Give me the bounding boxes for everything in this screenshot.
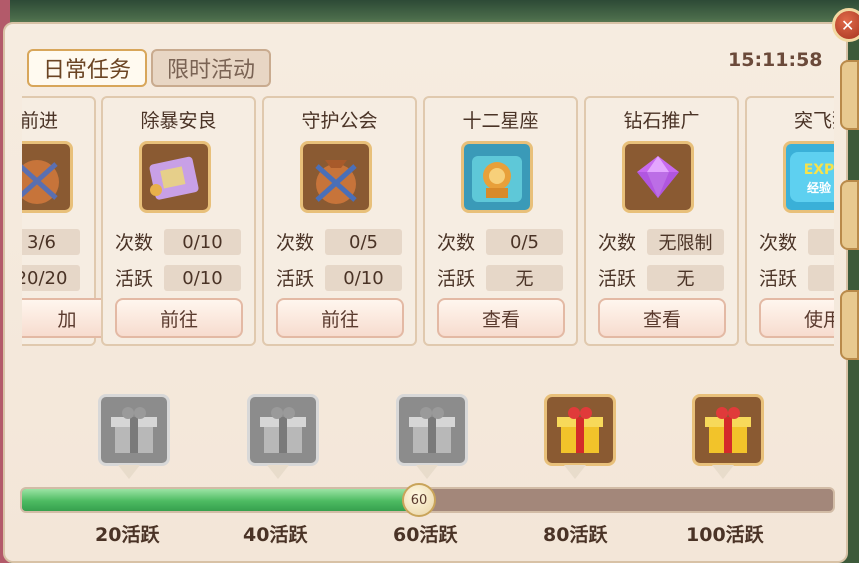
close-button[interactable]: ✕ (832, 8, 859, 42)
gift-pointer (118, 465, 140, 479)
task-count-value: 0/5 (486, 229, 563, 255)
zodiac-lion-icon (461, 141, 533, 213)
task-count-label: 次数 (759, 232, 798, 254)
task-card: 突飞猛 EXP 经验 次数 活跃 使用 (745, 96, 834, 346)
task-active-label: 活跃 (276, 268, 315, 290)
task-active-value: 无 (647, 265, 724, 291)
task-active-label: 活跃 (759, 268, 798, 290)
scroll-icon (139, 141, 211, 213)
gift-icon (557, 407, 603, 453)
exp-icon-text: EXP (804, 162, 834, 178)
exp-icon: EXP 经验 (783, 141, 834, 213)
task-card: 除暴安良 次数 0/10 活跃 0/10 前往 (101, 96, 256, 346)
task-count-value: 0/5 (325, 229, 402, 255)
task-active-value: 20/20 (22, 265, 80, 291)
milestone-label: 100活跃 (686, 524, 764, 546)
side-tab[interactable] (840, 180, 859, 250)
task-active-label: 活跃 (115, 268, 154, 290)
task-count-value: 3/6 (22, 229, 80, 255)
gift-icon (111, 407, 157, 453)
gift-icon (260, 407, 306, 453)
diamond-icon (622, 141, 694, 213)
task-action-button[interactable]: 查看 (598, 298, 726, 338)
reward-gift-claimed[interactable] (396, 394, 468, 466)
task-title: 钻石推广 (623, 110, 700, 132)
task-card-list[interactable]: 前进 3/6 20/20 加 除暴安良 次数 0/10 活跃 0/10 前往 守… (22, 96, 834, 349)
gift-pointer (564, 465, 586, 479)
task-active-value: 无 (486, 265, 563, 291)
task-count-value (808, 229, 834, 255)
task-card: 钻石推广 次数 无限制 活跃 无 查看 (584, 96, 739, 346)
task-action-button[interactable]: 前往 (115, 298, 243, 338)
task-title: 前进 (22, 110, 58, 132)
side-tab-column (840, 60, 859, 540)
task-count-value: 0/10 (164, 229, 241, 255)
task-active-value: 0/10 (325, 265, 402, 291)
side-tab[interactable] (840, 60, 859, 130)
task-title: 十二星座 (462, 110, 539, 132)
side-tab[interactable] (840, 290, 859, 360)
task-active-value: 0/10 (164, 265, 241, 291)
tab-limited-events[interactable]: 限时活动 (151, 49, 271, 87)
task-count-label: 次数 (437, 232, 476, 254)
task-count-label: 次数 (276, 232, 315, 254)
server-clock: 15:11:58 (728, 49, 823, 71)
task-title: 突飞猛 (793, 110, 834, 132)
task-title: 守护公会 (301, 110, 378, 132)
gift-icon (705, 407, 751, 453)
task-action-button[interactable]: 前往 (276, 298, 404, 338)
gift-pointer (416, 465, 438, 479)
task-title: 除暴安良 (140, 110, 217, 132)
exp-icon-caption: 经验 (807, 180, 832, 195)
milestone-label: 60活跃 (393, 524, 458, 546)
gift-pointer (712, 465, 734, 479)
task-active-label: 活跃 (598, 268, 637, 290)
reward-gift-available[interactable] (544, 394, 616, 466)
activity-progress-fill (22, 489, 420, 511)
reward-gift-claimed[interactable] (98, 394, 170, 466)
milestone-label: 80活跃 (543, 524, 608, 546)
tab-daily-tasks[interactable]: 日常任务 (27, 49, 147, 87)
reward-gift-claimed[interactable] (247, 394, 319, 466)
task-active-value (808, 265, 834, 291)
gift-pointer (267, 465, 289, 479)
task-action-button[interactable]: 使用 (759, 298, 834, 338)
gift-icon (409, 407, 455, 453)
milestone-label: 20活跃 (95, 524, 160, 546)
milestone-label: 40活跃 (243, 524, 308, 546)
coin-bag-icon (22, 141, 73, 213)
task-count-label: 次数 (115, 232, 154, 254)
activity-progress-knob: 60 (402, 483, 436, 517)
task-count-label: 次数 (598, 232, 637, 254)
task-card: 前进 3/6 20/20 加 (22, 96, 131, 346)
task-action-button[interactable]: 查看 (437, 298, 565, 338)
task-count-value: 无限制 (647, 229, 724, 255)
task-card: 守护公会 次数 0/5 活跃 0/10 前往 (262, 96, 417, 346)
close-icon: ✕ (841, 15, 855, 35)
reward-gift-available[interactable] (692, 394, 764, 466)
task-active-label: 活跃 (437, 268, 476, 290)
guild-bag-icon (300, 141, 372, 213)
task-card: 十二星座 次数 0/5 活跃 无 查看 (423, 96, 578, 346)
